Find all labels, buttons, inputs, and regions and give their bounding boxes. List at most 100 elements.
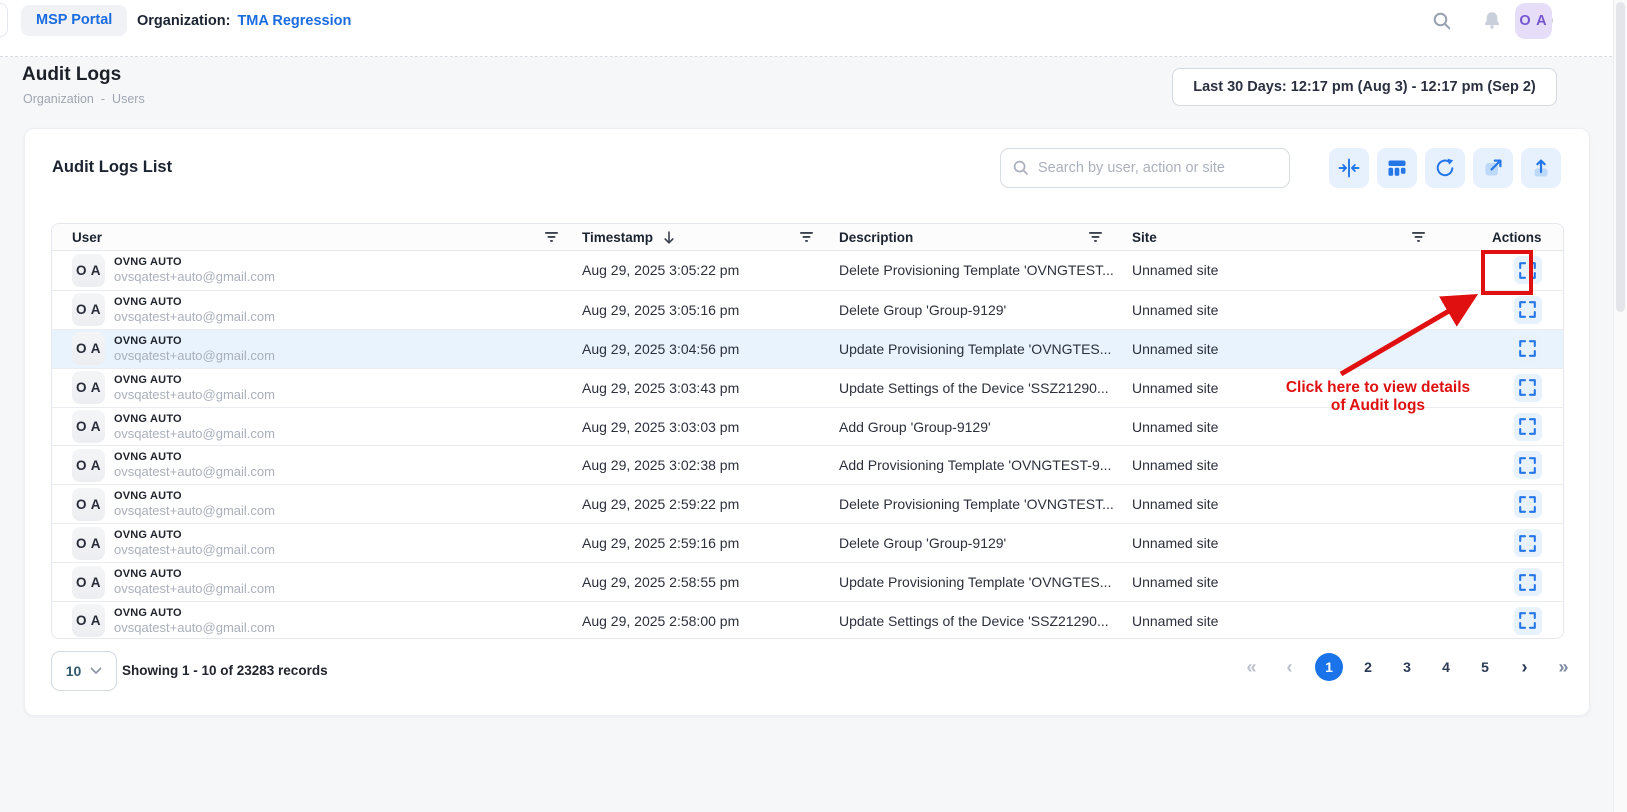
user-cell: O A OVNG AUTO ovsqatest+auto@gmail.com: [72, 293, 582, 326]
column-header-description[interactable]: Description: [839, 230, 1132, 245]
expand-icon: [1519, 457, 1536, 474]
sidebar-collapsed-tab[interactable]: [0, 3, 8, 37]
expand-icon: [1519, 418, 1536, 435]
description-cell: Delete Group 'Group-9129': [839, 535, 1132, 551]
table-row[interactable]: O A OVNG AUTO ovsqatest+auto@gmail.com A…: [52, 368, 1563, 407]
user-name: OVNG AUTO: [114, 413, 275, 425]
user-email: ovsqatest+auto@gmail.com: [114, 309, 275, 324]
view-details-button[interactable]: [1514, 451, 1542, 479]
page-size-select[interactable]: 10: [51, 651, 117, 691]
search-icon: [1012, 159, 1030, 177]
table-row[interactable]: O A OVNG AUTO ovsqatest+auto@gmail.com A…: [52, 251, 1563, 290]
previous-page-button[interactable]: ‹: [1277, 657, 1302, 678]
expand-icon: [1519, 301, 1536, 318]
scrollbar-thumb[interactable]: [1616, 2, 1625, 312]
avatar: O A: [72, 254, 105, 287]
table-row[interactable]: O A OVNG AUTO ovsqatest+auto@gmail.com A…: [52, 329, 1563, 368]
breadcrumb-item-users[interactable]: Users: [112, 92, 145, 106]
page-button[interactable]: 3: [1393, 653, 1421, 681]
user-email: ovsqatest+auto@gmail.com: [114, 426, 275, 441]
column-header-user[interactable]: User: [72, 230, 582, 245]
export-button[interactable]: [1521, 148, 1561, 188]
view-details-button[interactable]: [1514, 568, 1542, 596]
filter-icon[interactable]: [799, 231, 814, 243]
view-details-button[interactable]: [1514, 529, 1542, 557]
notifications-bell-icon[interactable]: [1480, 9, 1504, 33]
user-name: OVNG AUTO: [114, 256, 275, 268]
page-button[interactable]: 1: [1315, 653, 1343, 681]
avatar: O A: [72, 371, 105, 404]
search-input[interactable]: [1038, 160, 1289, 176]
refresh-button[interactable]: [1425, 148, 1465, 188]
collapse-columns-button[interactable]: [1329, 148, 1369, 188]
timestamp-cell: Aug 29, 2025 3:04:56 pm: [582, 341, 839, 357]
open-in-new-button[interactable]: [1473, 148, 1513, 188]
user-avatar[interactable]: O A: [1515, 3, 1552, 39]
first-page-button[interactable]: «: [1239, 657, 1264, 678]
avatar: O A: [72, 332, 105, 365]
view-details-button[interactable]: [1514, 335, 1542, 363]
site-cell: Unnamed site: [1132, 302, 1492, 318]
table-row[interactable]: O A OVNG AUTO ovsqatest+auto@gmail.com A…: [52, 523, 1563, 562]
view-details-button[interactable]: [1514, 607, 1542, 635]
sort-desc-icon[interactable]: [662, 230, 676, 245]
page-scrollbar[interactable]: [1613, 0, 1627, 812]
column-header-timestamp[interactable]: Timestamp: [582, 230, 839, 245]
filter-icon[interactable]: [1411, 231, 1426, 243]
table-row[interactable]: O A OVNG AUTO ovsqatest+auto@gmail.com A…: [52, 445, 1563, 484]
date-range-picker[interactable]: Last 30 Days: 12:17 pm (Aug 3) - 12:17 p…: [1172, 68, 1557, 106]
user-cell: O A OVNG AUTO ovsqatest+auto@gmail.com: [72, 604, 582, 637]
site-cell: Unnamed site: [1132, 341, 1492, 357]
table-body: O A OVNG AUTO ovsqatest+auto@gmail.com A…: [52, 251, 1563, 639]
site-cell: Unnamed site: [1132, 262, 1492, 278]
timestamp-cell: Aug 29, 2025 2:59:22 pm: [582, 496, 839, 512]
timestamp-cell: Aug 29, 2025 3:05:16 pm: [582, 302, 839, 318]
expand-icon: [1519, 340, 1536, 357]
view-details-button[interactable]: [1514, 413, 1542, 441]
description-cell: Delete Group 'Group-9129': [839, 302, 1132, 318]
breadcrumb-item-organization[interactable]: Organization: [23, 92, 94, 106]
column-header-site[interactable]: Site: [1132, 230, 1492, 245]
next-page-button[interactable]: ›: [1512, 657, 1537, 678]
page-title: Audit Logs: [22, 64, 121, 86]
view-details-button[interactable]: [1514, 374, 1542, 402]
site-cell: Unnamed site: [1132, 574, 1492, 590]
page-button[interactable]: 4: [1432, 653, 1460, 681]
user-cell: O A OVNG AUTO ovsqatest+auto@gmail.com: [72, 527, 582, 560]
avatar: O A: [72, 527, 105, 560]
last-page-button[interactable]: »: [1550, 657, 1575, 678]
table-row[interactable]: O A OVNG AUTO ovsqatest+auto@gmail.com A…: [52, 601, 1563, 639]
filter-icon[interactable]: [1088, 231, 1103, 243]
description-cell: Add Group 'Group-9129': [839, 419, 1132, 435]
msp-portal-button[interactable]: MSP Portal: [21, 5, 127, 36]
table-row[interactable]: O A OVNG AUTO ovsqatest+auto@gmail.com A…: [52, 407, 1563, 446]
table-row[interactable]: O A OVNG AUTO ovsqatest+auto@gmail.com A…: [52, 484, 1563, 523]
user-cell: O A OVNG AUTO ovsqatest+auto@gmail.com: [72, 254, 582, 287]
view-details-button[interactable]: [1514, 490, 1542, 518]
table-row[interactable]: O A OVNG AUTO ovsqatest+auto@gmail.com A…: [52, 562, 1563, 601]
columns-settings-button[interactable]: [1377, 148, 1417, 188]
page-button[interactable]: 2: [1354, 653, 1382, 681]
table-header-row: User Timestamp Description Site Actions: [52, 224, 1563, 251]
site-cell: Unnamed site: [1132, 535, 1492, 551]
page-button[interactable]: 5: [1471, 653, 1499, 681]
audit-logs-table: User Timestamp Description Site Actions: [51, 223, 1564, 639]
timestamp-cell: Aug 29, 2025 2:59:16 pm: [582, 535, 839, 551]
table-row[interactable]: O A OVNG AUTO ovsqatest+auto@gmail.com A…: [52, 290, 1563, 329]
timestamp-cell: Aug 29, 2025 3:03:03 pm: [582, 419, 839, 435]
view-details-button[interactable]: [1514, 296, 1542, 324]
timestamp-cell: Aug 29, 2025 3:05:22 pm: [582, 262, 839, 278]
user-cell: O A OVNG AUTO ovsqatest+auto@gmail.com: [72, 371, 582, 404]
view-details-button[interactable]: [1514, 256, 1542, 284]
user-name: OVNG AUTO: [114, 490, 275, 502]
search-icon[interactable]: [1430, 9, 1454, 33]
organization-name-link[interactable]: TMA Regression: [237, 13, 351, 29]
filter-icon[interactable]: [544, 231, 559, 243]
user-email: ovsqatest+auto@gmail.com: [114, 464, 275, 479]
user-name: OVNG AUTO: [114, 335, 275, 347]
user-email: ovsqatest+auto@gmail.com: [114, 620, 275, 635]
user-name: OVNG AUTO: [114, 607, 275, 619]
expand-icon: [1519, 262, 1536, 279]
description-cell: Add Provisioning Template 'OVNGTEST-9...: [839, 457, 1132, 473]
user-name: OVNG AUTO: [114, 568, 275, 580]
